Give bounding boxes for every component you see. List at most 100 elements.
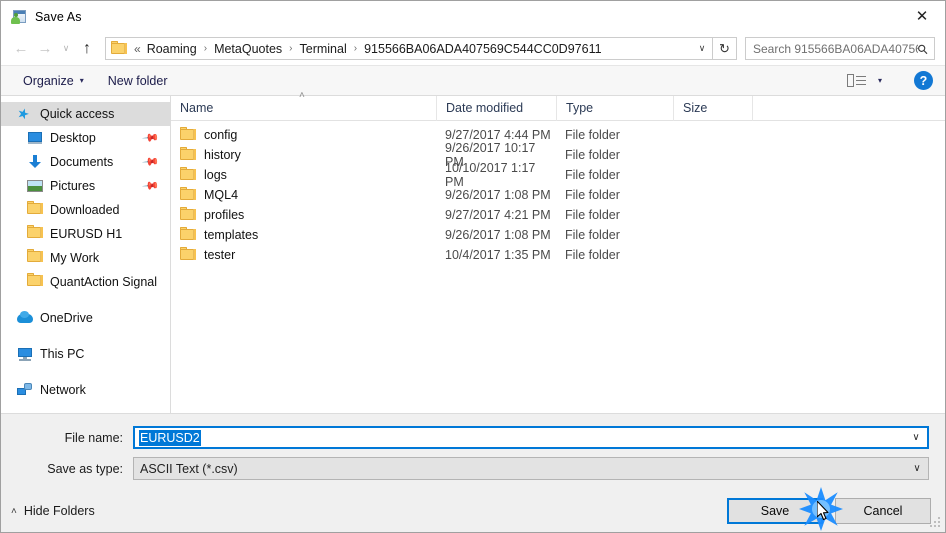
pin-icon[interactable]: 📌	[142, 177, 161, 195]
folder-icon	[180, 167, 196, 182]
chevron-down-icon[interactable]: ∨	[692, 38, 712, 59]
sidebar-item-documents[interactable]: Documents 📌	[1, 150, 170, 174]
file-name-label: profiles	[204, 208, 245, 222]
save-as-type-select[interactable]: ASCII Text (*.csv) ∨	[133, 457, 929, 480]
close-icon[interactable]: ✕	[899, 1, 945, 32]
sidebar-item-onedrive[interactable]: OneDrive	[1, 306, 170, 330]
chevron-up-icon: ˄	[11, 505, 17, 517]
address-bar[interactable]: « Roaming › MetaQuotes › Terminal › 9155…	[105, 37, 713, 60]
hide-folders-label: Hide Folders	[23, 504, 95, 518]
file-type-cell: File folder	[565, 148, 620, 162]
save-form: File name: EURUSD2 ∨ Save as type: ASCII…	[1, 413, 945, 490]
column-header-date-modified[interactable]: Date modified	[436, 95, 556, 121]
table-row[interactable]: templates 9/26/2017 1:08 PM File folder	[171, 225, 945, 245]
file-date-cell: 9/26/2017 1:08 PM	[445, 188, 551, 202]
breadcrumb-overflow-icon[interactable]: «	[131, 42, 144, 56]
file-name-cell: templates	[171, 227, 436, 242]
sidebar-item-label: This PC	[40, 347, 85, 361]
network-icon	[17, 382, 33, 398]
folder-icon	[180, 247, 196, 262]
resize-grip[interactable]	[930, 517, 942, 529]
sidebar-item-label: My Work	[50, 251, 100, 265]
save-as-type-value: ASCII Text (*.csv)	[140, 461, 238, 476]
new-folder-label: New folder	[107, 73, 168, 88]
organize-button[interactable]: Organize ▾	[17, 71, 90, 91]
table-row[interactable]: logs 10/10/2017 1:17 PM File folder	[171, 161, 945, 189]
file-name-cell: profiles	[171, 207, 436, 222]
file-name-row: File name: EURUSD2 ∨	[17, 426, 929, 449]
file-name-label: config	[204, 128, 238, 142]
chevron-down-icon[interactable]: ∨	[905, 432, 927, 443]
file-name-cell: tester	[171, 247, 436, 262]
folder-icon	[180, 207, 196, 222]
sidebar-item-downloaded[interactable]: Downloaded	[1, 198, 170, 222]
file-name-input[interactable]: EURUSD2 ∨	[133, 426, 929, 449]
sidebar-item-network[interactable]: Network	[1, 378, 170, 402]
new-folder-button[interactable]: New folder	[102, 71, 174, 91]
breadcrumb-item-metaquotes[interactable]: MetaQuotes	[211, 41, 285, 57]
column-header-name[interactable]: Name ˄	[171, 90, 436, 121]
sidebar-item-quantaction-signal[interactable]: QuantAction Signal	[1, 270, 170, 294]
file-date-cell: 9/27/2017 4:44 PM	[445, 128, 551, 142]
file-date-cell: 10/4/2017 1:35 PM	[445, 248, 551, 262]
table-row[interactable]: profiles 9/27/2017 4:21 PM File folder	[171, 205, 945, 225]
navigation-pane: ★ Quick access Desktop 📌 Documents 📌 Pic…	[1, 96, 171, 413]
help-button[interactable]: ?	[914, 71, 933, 90]
breadcrumb-item-roaming[interactable]: Roaming	[144, 41, 200, 57]
column-header-label: Date modified	[446, 101, 524, 115]
breadcrumb-separator-icon: ›	[353, 43, 358, 54]
breadcrumb-separator-icon: ›	[203, 43, 208, 54]
file-type-cell: File folder	[565, 248, 620, 262]
column-header-filler	[752, 95, 945, 121]
file-name-label: logs	[204, 168, 227, 182]
file-type-cell: File folder	[565, 208, 620, 222]
cancel-button[interactable]: Cancel	[835, 498, 931, 524]
sidebar-item-quick-access[interactable]: ★ Quick access	[1, 102, 170, 126]
view-options-button[interactable]: ▾	[841, 71, 888, 91]
column-header-label: Size	[683, 101, 708, 115]
column-header-label: Type	[566, 101, 594, 115]
folder-icon	[180, 227, 196, 242]
file-name-value: EURUSD2	[139, 429, 201, 446]
forward-button[interactable]: →	[33, 37, 57, 61]
column-header-type[interactable]: Type	[556, 95, 673, 121]
sidebar-item-label: Desktop	[50, 131, 96, 145]
table-row[interactable]: tester 10/4/2017 1:35 PM File folder	[171, 245, 945, 265]
table-row[interactable]: history 9/26/2017 10:17 PM File folder	[171, 141, 945, 169]
onedrive-icon	[17, 310, 33, 326]
table-row[interactable]: MQL4 9/26/2017 1:08 PM File folder	[171, 185, 945, 205]
table-row[interactable]: config 9/27/2017 4:44 PM File folder	[171, 125, 945, 145]
save-button[interactable]: Save	[727, 498, 823, 524]
sidebar-item-eurusd-h1[interactable]: EURUSD H1	[1, 222, 170, 246]
sidebar-item-my-work[interactable]: My Work	[1, 246, 170, 270]
save-as-dialog: Save As ✕ ← → ∨ ↑ « Roaming › MetaQuotes…	[0, 0, 946, 533]
folder-icon	[27, 201, 43, 218]
sidebar-item-label: Documents	[50, 155, 114, 169]
organize-label: Organize	[23, 73, 74, 88]
file-type-cell: File folder	[565, 228, 620, 242]
refresh-icon[interactable]: ↻	[713, 37, 737, 60]
up-button[interactable]: ↑	[75, 37, 99, 61]
sort-ascending-icon: ˄	[299, 89, 305, 101]
pin-icon[interactable]: 📌	[142, 129, 161, 147]
breadcrumb-item-terminal[interactable]: Terminal	[297, 41, 350, 57]
back-button[interactable]: ←	[9, 37, 33, 61]
file-name-cell: MQL4	[171, 187, 436, 202]
breadcrumb-item-guid[interactable]: 915566BA06ADA407569C544CC0D97611	[361, 41, 604, 57]
search-input[interactable]: Search 915566BA06ADA40756... ⚲	[745, 37, 935, 60]
chevron-down-icon: ▾	[79, 76, 84, 85]
recent-locations-button[interactable]: ∨	[57, 37, 75, 61]
sidebar-item-label: QuantAction Signal	[50, 275, 158, 289]
folder-icon	[180, 127, 196, 142]
command-toolbar: Organize ▾ New folder ▾ ?	[1, 65, 945, 96]
column-header-size[interactable]: Size	[673, 95, 752, 121]
sidebar-item-pictures[interactable]: Pictures 📌	[1, 174, 170, 198]
sidebar-item-desktop[interactable]: Desktop 📌	[1, 126, 170, 150]
sidebar-item-this-pc[interactable]: This PC	[1, 342, 170, 366]
chevron-down-icon[interactable]: ∨	[906, 463, 928, 474]
pin-icon[interactable]: 📌	[142, 153, 161, 171]
hide-folders-button[interactable]: ˄ Hide Folders	[11, 504, 95, 518]
sidebar-item-label: OneDrive	[40, 311, 93, 325]
